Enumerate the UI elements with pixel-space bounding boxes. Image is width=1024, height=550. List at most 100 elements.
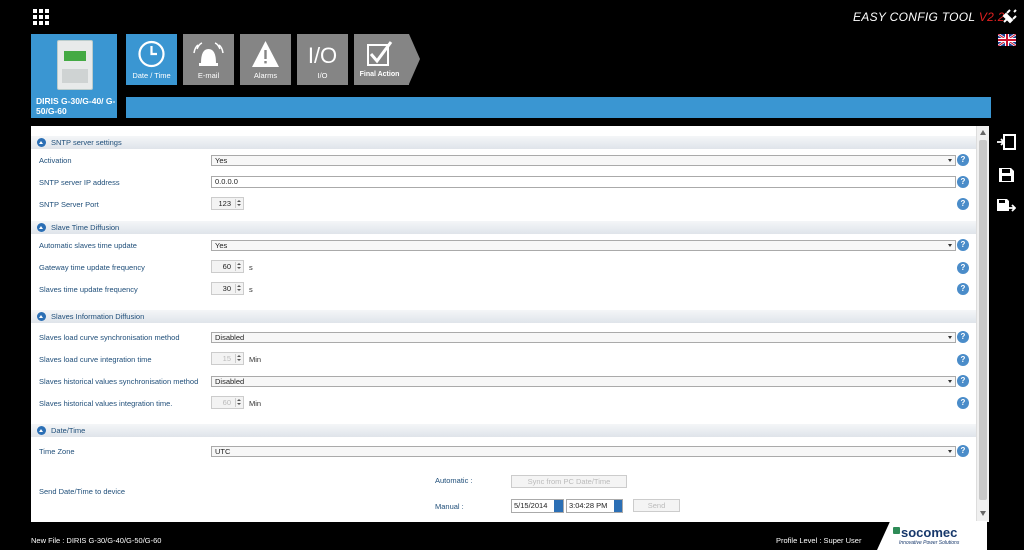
section-header[interactable]: Date/Time xyxy=(31,424,976,437)
field-label: Slaves load curve integration time xyxy=(39,355,152,364)
connection-plug-icon[interactable] xyxy=(1000,8,1018,26)
unit-label: s xyxy=(249,285,253,294)
load-integ-stepper: 15 xyxy=(211,352,244,365)
section-header[interactable]: SNTP server settings xyxy=(31,136,976,149)
scrollbar[interactable] xyxy=(976,126,989,522)
footer-profile: Profile Level : Super User xyxy=(776,536,862,545)
tab-io[interactable]: I/O I/O xyxy=(297,34,348,85)
tab-date-time[interactable]: Date / Time xyxy=(126,34,177,85)
section-title: Date/Time xyxy=(51,426,86,435)
time-input[interactable]: 3:04:28 PM xyxy=(566,499,623,513)
load-sync-select[interactable]: Disabled xyxy=(211,332,956,343)
gateway-freq-stepper[interactable]: 60 xyxy=(211,260,244,273)
app-title-text: EASY CONFIG TOOL xyxy=(853,10,979,24)
auto-slave-select[interactable]: Yes xyxy=(211,240,956,251)
date-value: 5/15/2014 xyxy=(514,501,548,510)
tab-label: Final Action xyxy=(359,71,400,78)
tab-label: E-mail xyxy=(197,71,220,80)
field-label: Slaves time update frequency xyxy=(39,285,138,294)
field-label: Slaves historical values synchronisation… xyxy=(39,377,199,386)
tab-email[interactable]: E-mail xyxy=(183,34,234,85)
field-label: Automatic slaves time update xyxy=(39,241,137,250)
header-bar xyxy=(126,97,991,118)
activation-select[interactable]: Yes xyxy=(211,155,956,166)
device-card: DIRIS G-30/G-40/ G-50/G-60 xyxy=(31,34,117,118)
svg-text:I/O: I/O xyxy=(308,43,337,68)
help-icon[interactable]: ? xyxy=(957,176,969,188)
sync-pc-date-button[interactable]: Sync from PC Date/Time xyxy=(511,475,627,488)
collapse-icon[interactable] xyxy=(37,426,46,435)
tab-alarms[interactable]: Alarms xyxy=(240,34,291,85)
help-icon[interactable]: ? xyxy=(957,198,969,210)
spinner-icon xyxy=(235,398,242,407)
field-label: SNTP Server Port xyxy=(39,200,99,209)
stepper-value: 60 xyxy=(222,398,231,407)
field-label: Time Zone xyxy=(39,447,75,456)
timezone-select[interactable]: UTC xyxy=(211,446,956,457)
time-value: 3:04:28 PM xyxy=(569,501,608,510)
help-icon[interactable]: ? xyxy=(957,283,969,295)
help-icon[interactable]: ? xyxy=(957,397,969,409)
select-value: Yes xyxy=(215,156,228,165)
field-label: Activation xyxy=(39,156,72,165)
scroll-down-icon[interactable] xyxy=(980,511,986,516)
section-title: SNTP server settings xyxy=(51,138,122,147)
calendar-dropdown-icon[interactable] xyxy=(554,500,563,512)
dropdown-arrow-icon xyxy=(948,450,952,453)
manual-label: Manual : xyxy=(435,502,464,511)
collapse-icon[interactable] xyxy=(37,223,46,232)
collapse-icon[interactable] xyxy=(37,312,46,321)
save-icon[interactable] xyxy=(996,167,1016,183)
section-title: Slaves Information Diffusion xyxy=(51,312,145,321)
select-value: UTC xyxy=(215,447,231,456)
logo-mark-icon xyxy=(893,527,900,534)
help-icon[interactable]: ? xyxy=(957,262,969,274)
hist-sync-select[interactable]: Disabled xyxy=(211,376,956,387)
unit-label: s xyxy=(249,263,253,272)
help-icon[interactable]: ? xyxy=(957,354,969,366)
section-header[interactable]: Slaves Information Diffusion xyxy=(31,310,976,323)
help-icon[interactable]: ? xyxy=(957,331,969,343)
tab-label: I/O xyxy=(317,71,328,80)
collapse-icon[interactable] xyxy=(37,138,46,147)
connect-device-icon[interactable] xyxy=(996,134,1016,150)
help-icon[interactable]: ? xyxy=(957,154,969,166)
app-window: EASY CONFIG TOOL V2.2 DIRIS G-30/G-40/ G… xyxy=(0,0,1024,550)
time-spinner-icon[interactable] xyxy=(614,500,622,512)
dropdown-arrow-icon xyxy=(948,336,952,339)
scroll-up-icon[interactable] xyxy=(980,130,986,135)
tab-final-action[interactable]: Final Action xyxy=(354,34,409,85)
app-title: EASY CONFIG TOOL V2.2 xyxy=(853,10,1005,24)
help-icon[interactable]: ? xyxy=(957,445,969,457)
help-icon[interactable]: ? xyxy=(957,375,969,387)
send-button[interactable]: Send xyxy=(633,499,680,512)
sntp-port-stepper[interactable]: 123 xyxy=(211,197,244,210)
spinner-icon[interactable] xyxy=(235,262,242,271)
spinner-icon[interactable] xyxy=(235,199,242,208)
section-title: Slave Time Diffusion xyxy=(51,223,120,232)
date-input[interactable]: 5/15/2014 xyxy=(511,499,564,513)
warning-icon xyxy=(252,41,279,67)
footer-file: New File : DIRIS G-30/G-40/G-50/G-60 xyxy=(31,536,162,545)
alarm-bell-icon xyxy=(193,42,224,66)
device-label: DIRIS G-30/G-40/ G-50/G-60 xyxy=(36,96,116,116)
uk-flag-icon[interactable] xyxy=(998,34,1016,46)
spinner-icon[interactable] xyxy=(235,284,242,293)
save-to-device-icon[interactable] xyxy=(996,198,1016,214)
clock-icon xyxy=(138,40,165,68)
final-arrow xyxy=(409,34,420,84)
section-header[interactable]: Slave Time Diffusion xyxy=(31,221,976,234)
device-image xyxy=(57,40,93,90)
select-value: Disabled xyxy=(215,333,245,342)
slave-freq-stepper[interactable]: 30 xyxy=(211,282,244,295)
dropdown-arrow-icon xyxy=(948,244,952,247)
sntp-ip-input[interactable]: 0.0.0.0 xyxy=(211,176,956,188)
field-label: Gateway time update frequency xyxy=(39,263,145,272)
unit-label: Min xyxy=(249,399,262,408)
stepper-value: 60 xyxy=(222,262,231,271)
scroll-thumb[interactable] xyxy=(979,140,987,500)
dropdown-arrow-icon xyxy=(948,159,952,162)
grid-menu-icon[interactable] xyxy=(33,9,49,25)
tab-label: Date / Time xyxy=(132,71,171,80)
help-icon[interactable]: ? xyxy=(957,239,969,251)
